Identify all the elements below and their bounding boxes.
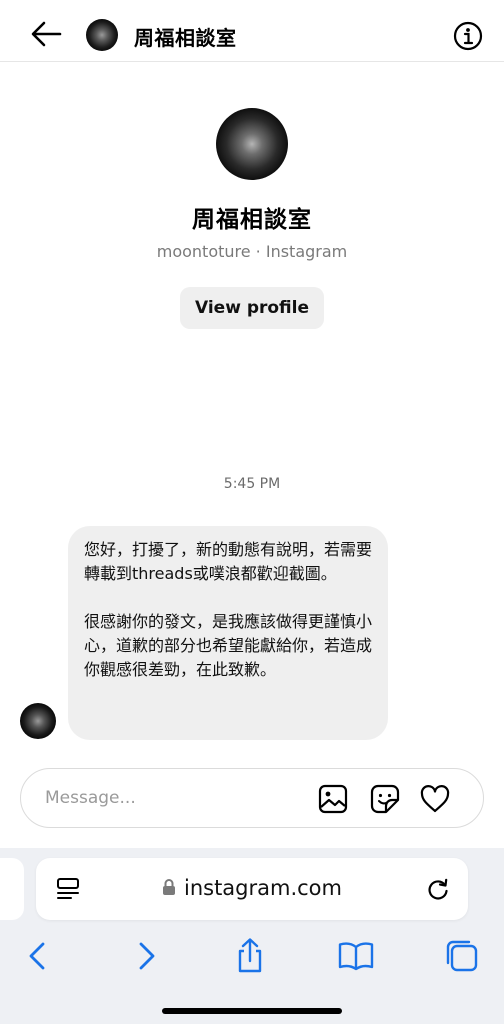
url-display[interactable]: instagram.com [36,876,468,900]
chevron-right-icon [139,942,155,970]
browser-back-button[interactable] [18,936,58,976]
browser-toolbar: instagram.com [0,848,504,1024]
share-button[interactable] [230,936,270,976]
profile-subtitle: moontoture · Instagram [156,242,348,261]
previous-tab[interactable] [0,858,24,920]
view-profile-button[interactable]: View profile [180,287,324,329]
lock-icon [162,879,175,895]
chevron-left-icon [29,942,45,970]
back-button[interactable] [26,16,66,52]
heart-icon [420,785,450,813]
tabs-icon [446,940,478,972]
info-button[interactable] [452,20,484,52]
reload-icon [428,878,448,900]
info-icon [453,21,483,51]
share-icon [238,938,262,973]
profile-avatar[interactable] [216,108,288,180]
sticker-icon [370,784,400,814]
header-username[interactable]: 周福相談室 [134,22,237,51]
browser-forward-button[interactable] [126,936,166,976]
message-input[interactable] [45,783,295,813]
image-icon [318,784,348,814]
like-button[interactable] [419,783,451,815]
image-button[interactable] [317,783,349,815]
message-timestamp: 5:45 PM [223,476,281,492]
chat-header: 周福相談室 [0,0,504,62]
message-paragraph: 您好，打擾了，新的動態有說明，若需要轉載到threads或噗浪都歡迎截圖。 [84,540,373,583]
profile-name: 周福相談室 [192,207,312,233]
address-bar[interactable]: instagram.com [36,858,468,920]
arrow-left-icon [31,21,62,47]
reload-button[interactable] [424,875,452,903]
profile-card: 周福相談室 moontoture · Instagram View profil… [0,108,504,329]
message-paragraph: 很感謝你的發文，是我應該做得更謹慎小心，道歉的部分也希望能獻給你，若造成你觀感很… [84,612,373,679]
home-indicator[interactable] [162,1008,342,1014]
message-composer [20,768,484,828]
sender-avatar[interactable] [20,703,56,739]
sticker-button[interactable] [369,783,401,815]
header-avatar[interactable] [86,19,118,51]
bookmarks-button[interactable] [336,936,376,976]
tabs-button[interactable] [442,936,482,976]
message-bubble[interactable]: 您好，打擾了，新的動態有說明，若需要轉載到threads或噗浪都歡迎截圖。 很感… [68,526,388,740]
url-text: instagram.com [183,876,342,900]
book-icon [338,942,374,971]
